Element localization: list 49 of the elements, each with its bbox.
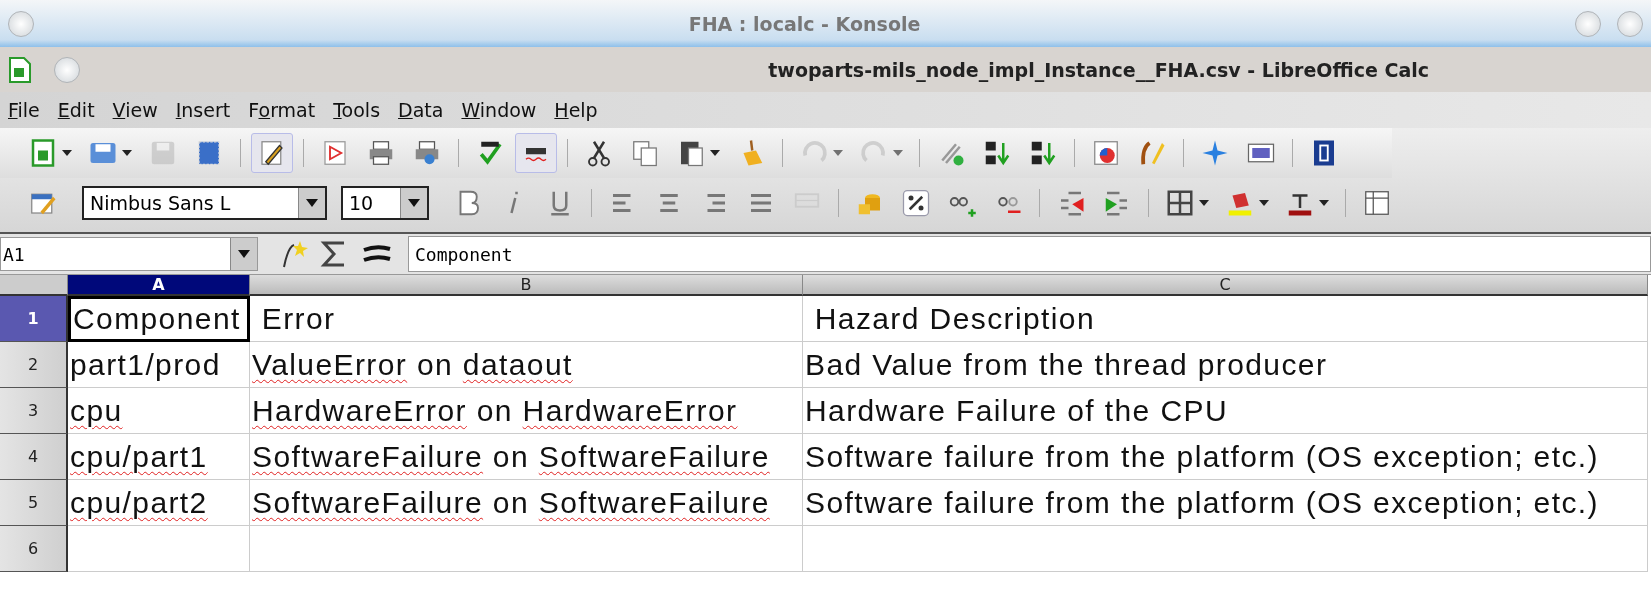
table-cell[interactable]: Hazard Description — [803, 296, 1648, 342]
row-header[interactable]: 6 — [0, 526, 68, 572]
table-cell[interactable]: HardwareError on HardwareError — [250, 388, 803, 434]
table-cell[interactable]: Component — [68, 296, 250, 342]
table-cell[interactable]: part1/prod — [68, 342, 250, 388]
dropdown-arrow-icon[interactable] — [306, 199, 318, 207]
column-header[interactable]: A — [68, 275, 250, 296]
spreadsheet-app-icon — [8, 55, 32, 84]
menu-item[interactable]: Edit — [57, 97, 104, 123]
table-cell[interactable]: Software failure from the platform (OS exception; etc.) — [803, 480, 1648, 526]
table-cell[interactable]: cpu/part1 — [68, 434, 250, 480]
menu-item[interactable]: File — [8, 97, 49, 123]
menu-item[interactable]: Window — [461, 97, 546, 123]
window-title: FHA : localc - Konsole — [687, 12, 922, 35]
name-box[interactable]: A1 — [0, 237, 258, 271]
row-header[interactable]: 4 — [0, 434, 68, 480]
table-cell[interactable] — [68, 526, 250, 572]
table-cell[interactable]: cpu — [68, 388, 250, 434]
dropdown-arrow-icon[interactable] — [408, 199, 420, 207]
edit-file-icon[interactable] — [251, 133, 293, 173]
table-cell[interactable]: Software failure from the platform (OS exception; etc.) — [803, 434, 1648, 480]
table-cell[interactable]: ValueError on dataout — [250, 342, 803, 388]
window-title: twoparts-mils_node_impl_Instance__FHA.csv - LibreOffice Calc — [767, 58, 1430, 81]
table-cell[interactable]: SoftwareFailure on SoftwareFailure — [250, 480, 803, 526]
menu-item[interactable]: View — [112, 97, 167, 123]
select-all-corner[interactable] — [0, 275, 68, 296]
row-header[interactable]: 2 — [0, 342, 68, 388]
column-header[interactable]: C — [803, 275, 1648, 296]
menu-item[interactable]: Help — [554, 97, 607, 123]
row-header[interactable]: 5 — [0, 480, 68, 526]
table-cell[interactable]: cpu/part2 — [68, 480, 250, 526]
table-cell[interactable]: Hardware Failure of the CPU — [803, 388, 1648, 434]
menu-item[interactable]: Format — [248, 97, 325, 123]
dropdown-arrow-icon[interactable] — [238, 250, 250, 258]
column-header[interactable]: B — [250, 275, 803, 296]
row-header[interactable]: 3 — [0, 388, 68, 434]
table-cell[interactable]: Error — [250, 296, 803, 342]
formula-input-field[interactable]: Component — [408, 236, 1651, 272]
menu-item[interactable]: Data — [398, 97, 453, 123]
menu-item[interactable]: Insert — [175, 97, 240, 123]
font-name-field[interactable]: Nimbus Sans L — [82, 186, 327, 220]
table-cell[interactable]: SoftwareFailure on SoftwareFailure — [250, 434, 803, 480]
font-size-field[interactable]: 10 — [341, 186, 429, 220]
row-header[interactable]: 1 — [0, 296, 68, 342]
table-cell[interactable] — [803, 526, 1648, 572]
menu-item[interactable]: Tools — [333, 97, 390, 123]
table-cell[interactable]: Bad Value from the thread producer — [803, 342, 1648, 388]
auto-spellcheck-icon[interactable] — [515, 133, 557, 173]
table-cell[interactable] — [250, 526, 803, 572]
